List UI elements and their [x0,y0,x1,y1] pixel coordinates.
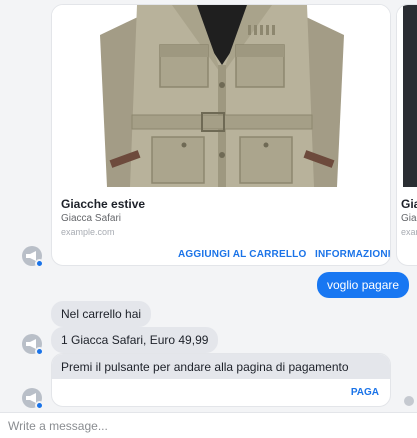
info-button[interactable]: INFORMAZIONI [315,249,390,260]
online-indicator [35,259,44,268]
payment-card: Premi il pulsante per andare alla pagina… [51,353,391,407]
online-indicator [35,347,44,356]
read-receipt-icon [404,396,414,406]
card-subtitle-next: Giac [401,213,417,224]
bot-message: Nel carrello hai [51,301,152,327]
bot-avatar [22,246,44,268]
card-source-next: exar [401,227,417,237]
product-image [52,5,390,187]
bot-avatar [22,334,44,356]
message-input[interactable] [8,416,408,436]
card-title: Giacche estive [61,197,146,211]
add-to-cart-button[interactable]: AGGIUNGI AL CARRELLO [178,249,306,260]
card-title-next: Giac [401,197,417,211]
online-indicator [35,401,44,410]
payment-prompt: Premi il pulsante per andare alla pagina… [52,354,390,379]
bot-message: 1 Giacca Safari, Euro 49,99 [51,327,219,353]
card-subtitle: Giacca Safari [61,213,122,224]
message-composer [0,412,417,438]
product-card-next[interactable]: Giac Giac exar [396,4,417,266]
chat-thread: Giacche estive Giacca Safari example.com… [0,0,417,410]
user-message: voglio pagare [317,272,410,298]
product-card: Giacche estive Giacca Safari example.com… [51,4,391,266]
product-image-next [397,5,417,187]
pay-button[interactable]: PAGA [351,387,379,398]
card-source: example.com [61,227,115,237]
bot-avatar [22,388,44,410]
